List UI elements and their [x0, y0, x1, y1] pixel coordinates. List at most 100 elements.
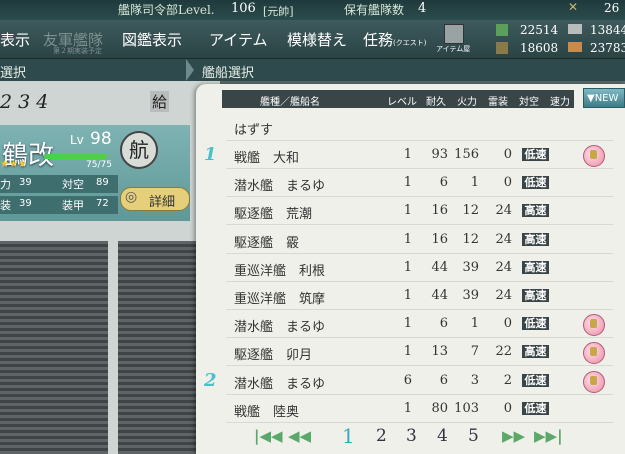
header-firepower[interactable]: 火力: [457, 93, 477, 108]
sort-button[interactable]: ▼NEW: [583, 88, 625, 108]
ship-row[interactable]: 潜水艦まるゆ16100低速: [196, 169, 625, 198]
star-rating-icon: ★★★: [0, 159, 27, 170]
header-hp[interactable]: 耐久: [426, 93, 446, 108]
ship-hp: 80: [431, 400, 448, 416]
page-1[interactable]: 1: [342, 424, 355, 448]
stat-armor-value: 72: [96, 198, 109, 209]
admiral-rank: [元帥]: [263, 5, 294, 18]
menu-quests[interactable]: 任務(クエスト): [363, 29, 426, 50]
ship-torp: 24: [495, 259, 512, 275]
header-aa[interactable]: 対空: [519, 93, 539, 108]
speed-badge: 高速: [522, 232, 549, 246]
page-2[interactable]: 2: [376, 426, 387, 446]
ship-level: 1: [403, 316, 412, 332]
menu-bar: 表示 友軍艦隊 第２期実装予定 図鑑表示 アイテム 模様替え 任務(クエスト) ア…: [0, 20, 625, 59]
ship-row[interactable]: 重巡洋艦利根144392424高速: [196, 254, 625, 282]
ship-hp: 6: [439, 175, 448, 191]
magnifier-icon: ◎: [125, 189, 138, 205]
ship-name: 陸奥: [273, 404, 300, 420]
breadcrumb-right: 艦船選択: [202, 66, 255, 81]
speed-badge: 高速: [522, 204, 549, 218]
ship-type: 駆逐艦: [234, 207, 274, 223]
stat-fp-label: 力: [0, 178, 11, 191]
ship-fire: 1: [470, 316, 479, 332]
speed-badge: 低速: [522, 176, 549, 190]
ship-level: 1: [403, 231, 412, 247]
speed-badge: 低速: [522, 148, 549, 161]
ships-count: 4: [418, 1, 427, 16]
steel-value: 13844: [590, 23, 625, 37]
lock-icon[interactable]: [583, 342, 605, 365]
ship-torp: 24: [495, 231, 512, 247]
resources: 22514 18608 13844 23783: [492, 20, 625, 58]
menu-encyclopedia[interactable]: 図鑑表示: [122, 29, 182, 50]
ship-name: 荒潮: [286, 207, 313, 223]
supply-button[interactable]: 給: [150, 91, 170, 112]
lock-icon[interactable]: [583, 314, 605, 337]
fleet-flag-icon: 2: [204, 369, 217, 391]
ship-row[interactable]: 戦艦陸奥180103036低速: [196, 395, 625, 423]
lock-icon[interactable]: [583, 370, 605, 393]
menu-friend-fleet-sub: 第２期実装予定: [53, 47, 102, 55]
stat-eq-label: 装: [0, 199, 11, 212]
stat-aa-label: 対空: [62, 178, 84, 191]
detail-button[interactable]: ◎ 詳細: [120, 187, 190, 211]
ship-name: 卯月: [286, 348, 313, 364]
ship-fire: 39: [462, 259, 479, 275]
ship-level: 1: [403, 147, 412, 162]
menu-friend-fleet: 友軍艦隊 第２期実装予定: [43, 29, 103, 55]
ship-type: 戦艦: [234, 151, 261, 166]
speed-badge: 低速: [522, 373, 549, 387]
ship-row[interactable]: 2潜水艦まるゆ66320低速: [196, 367, 625, 395]
header-level[interactable]: レベル: [387, 93, 417, 108]
ship-torp: 0: [503, 147, 512, 162]
empty-slot: [118, 241, 196, 454]
ship-row[interactable]: 駆逐艦荒潮116122411高速: [196, 197, 625, 226]
remove-row[interactable]: はずす: [196, 113, 625, 141]
ship-level: 1: [403, 175, 412, 191]
ship-level: 98: [90, 129, 112, 149]
stat-aa-value: 89: [96, 177, 109, 188]
prev-page-button[interactable]: ◀◀: [288, 427, 311, 445]
ship-level: 1: [403, 400, 412, 416]
next-page-button[interactable]: ▶▶: [502, 427, 525, 445]
ship-row[interactable]: 重巡洋艦筑摩144392424高速: [196, 282, 625, 310]
ammo-value: 18608: [520, 41, 559, 55]
fleet-panel: 2 3 4 給 鶴改 Lv 98 75/75 ★★★ 力 39 対空 89 装 …: [0, 81, 220, 454]
lock-icon[interactable]: [583, 145, 605, 167]
pager: |◀◀ ◀◀ 1 2 3 4 5 ▶▶ ▶▶|: [196, 422, 625, 452]
admiral-level-label: 艦隊司令部Level.: [118, 3, 215, 17]
menu-fleet-display[interactable]: 表示: [0, 29, 30, 50]
page-4[interactable]: 4: [437, 426, 448, 446]
header-torpedo[interactable]: 雷装: [488, 93, 508, 108]
ship-row[interactable]: 1戦艦大和193156066低速: [196, 141, 625, 169]
ship-select-panel: 艦種／艦船名 レベル 耐久 火力 雷装 対空 速力 ▼NEW はずす 1 戦艦 大和…: [196, 84, 625, 454]
first-page-button[interactable]: |◀◀: [254, 427, 283, 445]
ship-hp: 93: [431, 147, 448, 162]
ship-level: 6: [403, 372, 412, 388]
ship-row[interactable]: 駆逐艦霰116122411高速: [196, 226, 625, 254]
ship-row[interactable]: 潜水艦まるゆ16100低速: [196, 310, 625, 339]
breadcrumb: 選択 艦船選択: [0, 59, 625, 81]
item-shop-button[interactable]: アイテム屋: [436, 22, 472, 56]
ship-hp: 13: [431, 344, 448, 360]
ship-fire: 39: [462, 288, 479, 303]
ship-type: 重巡洋艦: [234, 263, 287, 279]
ship-card[interactable]: 鶴改 Lv 98 75/75 ★★★ 力 39 対空 89 装 39 装甲 72…: [0, 125, 190, 221]
page-5[interactable]: 5: [468, 426, 479, 446]
last-page-button[interactable]: ▶▶|: [534, 427, 563, 445]
stat-fp-value: 39: [19, 177, 32, 188]
ship-fire: 103: [454, 400, 479, 416]
header-name[interactable]: 艦種／艦船名: [260, 93, 320, 108]
lv-label: Lv: [70, 133, 84, 147]
speed-badge: 低速: [522, 401, 549, 415]
header-speed[interactable]: 速力: [550, 93, 570, 108]
menu-items[interactable]: アイテム: [209, 29, 268, 50]
fleet-tabs[interactable]: 2 3 4: [0, 91, 48, 113]
shop-icon: [444, 24, 464, 44]
page-3[interactable]: 3: [406, 426, 417, 446]
menu-interior[interactable]: 模様替え: [287, 29, 347, 50]
furniture-coin-icon: ✕: [568, 0, 579, 14]
ship-name: 筑摩: [299, 292, 326, 307]
ship-row[interactable]: 駆逐艦卯月1137228高速: [196, 338, 625, 367]
